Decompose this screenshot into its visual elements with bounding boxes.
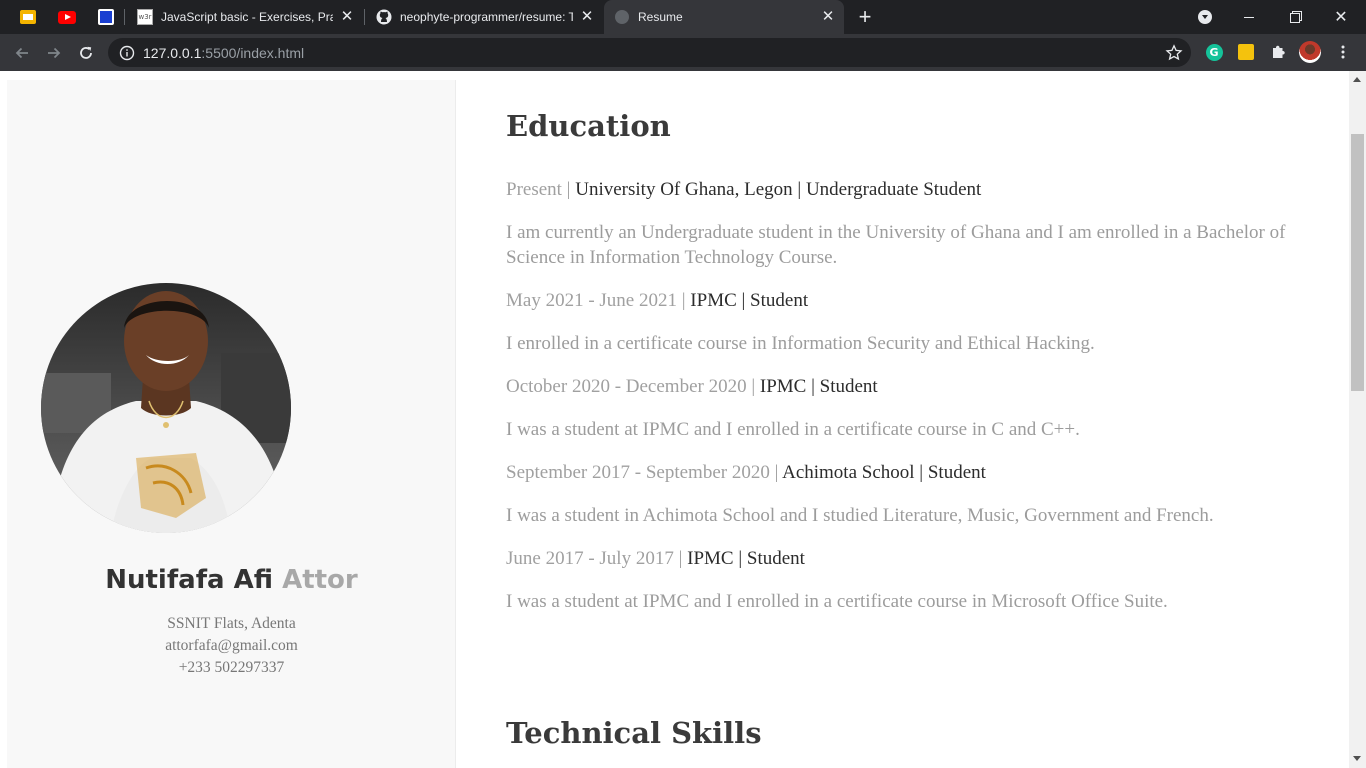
- info-icon[interactable]: [119, 45, 135, 61]
- more-vertical-icon: [1341, 45, 1345, 59]
- scroll-down-icon[interactable]: [1353, 756, 1361, 761]
- tab-javascript-basic[interactable]: w3r JavaScript basic - Exercises, Practi…: [127, 0, 363, 34]
- url-host: 127.0.0.1: [143, 44, 202, 61]
- entry-title: Achimota School | Student: [782, 462, 986, 483]
- scroll-thumb[interactable]: [1351, 134, 1364, 391]
- grammarly-icon: G: [1205, 43, 1223, 61]
- entry-date: May 2021 - June 2021 |: [506, 290, 691, 311]
- education-entry-description: I was a student in Achimota School and I…: [506, 505, 1214, 526]
- reload-button[interactable]: [73, 40, 99, 66]
- entry-date: September 2017 - September 2020 |: [506, 462, 783, 483]
- entry-title: University Of Ghana, Legon | Undergradua…: [575, 179, 982, 200]
- restore-button[interactable]: [1272, 0, 1318, 34]
- education-entry-description: I was a student at IPMC and I enrolled i…: [506, 591, 1168, 612]
- browser-menu-button[interactable]: [1334, 43, 1352, 61]
- page-icon: [614, 9, 630, 25]
- url-path: :5500/index.html: [201, 44, 305, 61]
- avatar: [1299, 41, 1321, 63]
- last-name: Attor: [282, 565, 358, 595]
- tab-search-button[interactable]: [1182, 0, 1228, 34]
- section-heading-education: Education: [506, 109, 671, 143]
- profile-photo: [41, 283, 291, 533]
- email[interactable]: attorfafa@gmail.com: [7, 635, 456, 657]
- entry-date: June 2017 - July 2017 |: [506, 548, 688, 569]
- forward-button[interactable]: [41, 40, 67, 66]
- minimize-icon: [1244, 16, 1254, 18]
- puzzle-icon: [1273, 45, 1285, 58]
- education-entry-description: I was a student at IPMC and I enrolled i…: [506, 419, 1080, 440]
- education-entry-description: I am currently an Undergraduate student …: [506, 222, 1286, 268]
- grammarly-extension[interactable]: G: [1205, 43, 1223, 61]
- resume-page: Nutifafa Afi Attor SSNIT Flats, Adenta a…: [0, 71, 1349, 768]
- profile-photo-image: [41, 283, 291, 533]
- address: SSNIT Flats, Adenta: [167, 615, 296, 632]
- plus-icon: +: [858, 4, 872, 29]
- address-bar[interactable]: 127.0.0.1:5500/index.html: [108, 38, 1191, 67]
- close-tab-icon[interactable]: ✕: [820, 9, 836, 25]
- browser-toolbar: 127.0.0.1:5500/index.html G: [0, 34, 1366, 71]
- page-scrollbar[interactable]: [1349, 71, 1366, 768]
- education-entry-header: May 2021 - June 2021 | IPMC | Student: [506, 290, 808, 312]
- minimize-button[interactable]: [1226, 0, 1272, 34]
- slides-icon: [20, 10, 36, 24]
- close-tab-icon[interactable]: ✕: [579, 9, 595, 25]
- robot-icon: [98, 9, 114, 25]
- tab-title: neophyte-programmer/resume: The: [400, 10, 573, 24]
- pinned-tab-slides[interactable]: [17, 6, 39, 28]
- url-text: 127.0.0.1:5500/index.html: [143, 45, 304, 61]
- tab-title: JavaScript basic - Exercises, Practice: [161, 10, 333, 24]
- entry-title: IPMC | Student: [690, 290, 809, 311]
- section-heading-technical-skills: Technical Skills: [506, 716, 762, 750]
- profile-name: Nutifafa Afi Attor: [7, 565, 456, 595]
- pinned-tab-youtube[interactable]: [56, 6, 78, 28]
- github-icon: [376, 9, 392, 25]
- restore-icon: [1290, 13, 1300, 23]
- tab-title: Resume: [638, 10, 683, 24]
- close-icon: ✕: [1334, 9, 1348, 26]
- w3r-icon: w3r: [137, 9, 153, 25]
- entry-title: IPMC | Student: [687, 548, 805, 569]
- education-entry-header: October 2020 - December 2020 | IPMC | St…: [506, 376, 878, 398]
- tab-github-resume[interactable]: neophyte-programmer/resume: The ✕: [366, 0, 603, 34]
- bookmark-star-icon[interactable]: [1165, 44, 1183, 62]
- entry-title: IPMC | Student: [759, 376, 878, 397]
- entry-date: Present |: [506, 179, 576, 200]
- chevron-down-icon: [1198, 10, 1212, 24]
- scroll-up-icon[interactable]: [1353, 77, 1361, 82]
- education-entry-header: June 2017 - July 2017 | IPMC | Student: [506, 548, 805, 570]
- new-tab-button[interactable]: +: [853, 6, 877, 30]
- education-entry-header: September 2017 - September 2020 | Achimo…: [506, 462, 986, 484]
- browser-tab-strip: w3r JavaScript basic - Exercises, Practi…: [0, 0, 1366, 34]
- reload-icon: [80, 46, 92, 59]
- arrow-left-icon: [15, 47, 28, 59]
- tab-resume[interactable]: Resume ✕: [604, 0, 844, 34]
- close-window-button[interactable]: ✕: [1318, 0, 1364, 34]
- extensions-button[interactable]: [1269, 43, 1287, 61]
- close-tab-icon[interactable]: ✕: [339, 9, 355, 25]
- phone: +233 502297337: [178, 659, 285, 676]
- contact-info: SSNIT Flats, Adenta attorfafa@gmail.com …: [7, 613, 456, 679]
- profile-sidebar: Nutifafa Afi Attor SSNIT Flats, Adenta a…: [7, 80, 456, 768]
- youtube-icon: [58, 10, 76, 24]
- education-entry-header: Present | University Of Ghana, Legon | U…: [506, 179, 981, 201]
- tab-separator: [124, 9, 125, 25]
- arrow-right-icon: [48, 47, 61, 59]
- sticky-note-icon: [1238, 44, 1254, 60]
- entry-date: October 2020 - December 2020 |: [506, 376, 760, 397]
- profile-avatar-button[interactable]: [1299, 41, 1321, 63]
- pinned-tab-app[interactable]: [95, 6, 117, 28]
- education-entry-description: I enrolled in a certificate course in In…: [506, 333, 1095, 354]
- first-name: Nutifafa Afi: [105, 565, 274, 595]
- notes-extension[interactable]: [1237, 43, 1255, 61]
- tab-separator: [364, 9, 365, 25]
- back-button[interactable]: [9, 40, 35, 66]
